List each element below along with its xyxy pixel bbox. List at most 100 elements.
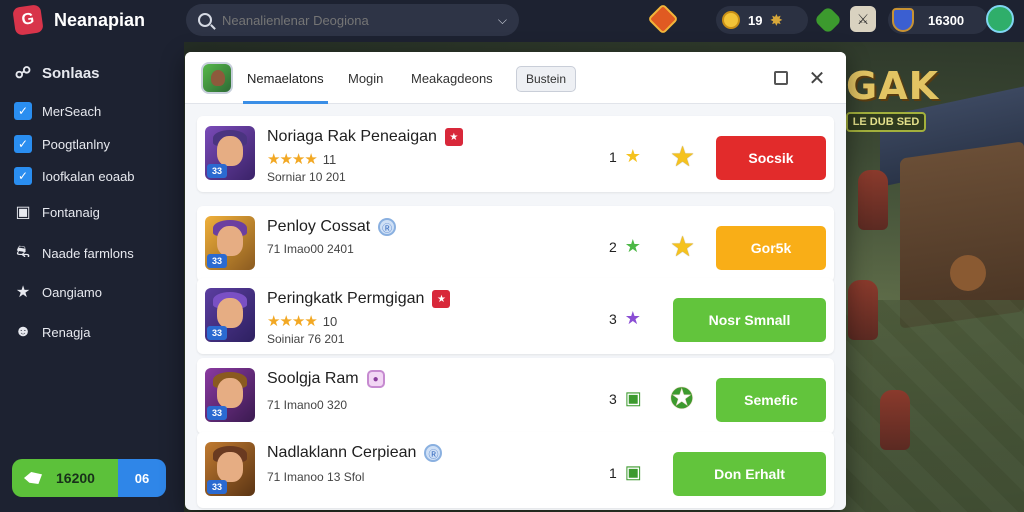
search-input[interactable] (222, 12, 488, 28)
sidebar-item-fontanaig[interactable]: ▣ Fontanaig (14, 203, 100, 221)
player-name: Noriaga Rak Peneaigan (267, 128, 437, 145)
user-icon: ☍ (14, 65, 32, 82)
gem-icon[interactable] (647, 3, 679, 35)
coin-counter[interactable]: 19 ✸ (716, 6, 808, 34)
balance-value: 16300 (928, 12, 965, 28)
wallet-button[interactable]: 16200 06 (12, 459, 166, 497)
sidebar-item-oangiamo[interactable]: ★ Oangiamo (14, 283, 102, 301)
sidebar-item-label: Ioofkalan eoaab (42, 168, 135, 184)
tab-nemaelatons[interactable]: Nemaelatons (243, 52, 328, 104)
player-name: Nadlaklann Cerpiean (267, 444, 417, 461)
rank-indicator: 2 ★ (609, 236, 641, 257)
sidebar-item-naade-farmlons[interactable]: ⛐ Naade farmlons (14, 244, 134, 262)
player-name: Peringkatk Permgigan (267, 290, 425, 307)
row-action-button[interactable]: Socsik (716, 136, 826, 180)
leaderboard-row[interactable]: 33 Peringkatk Permgigan ★ ★★★★ 10 Soinia… (197, 278, 834, 354)
player-rating: ★★★★ 11 (267, 150, 336, 168)
player-name-line: Noriaga Rak Peneaigan ★ (267, 128, 463, 146)
player-subtext: 71 Imao00 2401 (267, 242, 354, 256)
search-icon (198, 13, 212, 27)
crossed-swords-icon[interactable]: ⚔ (850, 6, 876, 32)
check-icon: ✓ (14, 102, 32, 120)
star-icon: ✸ (770, 11, 783, 28)
compass-icon[interactable] (986, 5, 1014, 33)
app-name: Neanapian (54, 9, 146, 30)
row-action-button[interactable]: Don Erhalt (673, 452, 826, 496)
row-action-button[interactable]: Semefic (716, 378, 826, 422)
player-avatar: 33 (205, 288, 255, 342)
level-badge: 33 (207, 326, 227, 340)
level-badge: 33 (207, 254, 227, 268)
level-badge: 33 (207, 164, 227, 178)
balance-counter[interactable]: 16300 (888, 6, 988, 34)
game-logo: GAK (846, 64, 940, 108)
player-name-line: Peringkatk Permgigan ★ (267, 290, 451, 308)
leaderboard-row[interactable]: 33 Noriaga Rak Peneaigan ★ ★★★★ 11 Sorni… (197, 116, 834, 192)
row-action-button[interactable]: Nosr Smnall (673, 298, 826, 342)
camera-icon: ▣ (15, 204, 31, 221)
wallet-amount-section: 16200 (12, 459, 118, 497)
search-bar[interactable]: ⌵ (186, 4, 519, 36)
favorite-star-icon[interactable]: ★ (670, 230, 695, 263)
leaderboard-row[interactable]: 33 Nadlaklann Cerpiean Ⓡ 71 Imanoo 13 Sf… (197, 432, 834, 508)
check-icon: ✓ (14, 135, 32, 153)
level-badge: 33 (207, 480, 227, 494)
favorite-star-icon[interactable]: ★ (670, 140, 695, 173)
tab-meakagdeons[interactable]: Meakagdeons (411, 52, 493, 104)
leaderboard-row[interactable]: 33 Penloy Cossat Ⓡ 71 Imao00 2401 2 ★ ★ … (197, 206, 834, 282)
award-star-icon[interactable]: ✪ (670, 382, 693, 415)
sidebar-item-poogtlanlny[interactable]: ✓ Poogtlanlny (14, 135, 110, 153)
rank-number: 1 (609, 464, 617, 481)
car-icon: ⛐ (16, 244, 30, 261)
export-icon[interactable] (771, 68, 791, 88)
rank-number: 1 (609, 148, 617, 165)
character-figure (880, 390, 910, 450)
rank-number: 3 (609, 310, 617, 327)
player-subtext: 71 Imanoo 13 Sfol (267, 470, 365, 484)
coin-count: 19 (748, 12, 763, 28)
brand[interactable]: G Neanapian (12, 4, 146, 36)
sidebar-item-merseach[interactable]: ✓ MerSeach (14, 102, 101, 120)
chevron-down-icon[interactable]: ⌵ (498, 13, 507, 28)
player-subtext: Sorniar 10 201 (267, 170, 346, 184)
coin-icon (722, 11, 740, 29)
verified-badge-icon: Ⓡ (424, 444, 443, 462)
star-icon: ★ (15, 284, 31, 301)
row-action-button[interactable]: Gor5k (716, 226, 826, 270)
emerald-icon[interactable] (813, 5, 843, 35)
avatar (201, 62, 233, 94)
player-avatar: 33 (205, 126, 255, 180)
rating-value: 10 (322, 313, 338, 329)
rank-number: 2 (609, 238, 617, 255)
verified-badge-icon: Ⓡ (378, 218, 397, 236)
sidebar-item-sonlaas[interactable]: ☍ Sonlaas (14, 64, 100, 83)
player-name-line: Penloy Cossat Ⓡ (267, 218, 397, 236)
sidebar-item-label: Fontanaig (42, 204, 100, 220)
sidebar-item-renagja[interactable]: ☻ Renagja (14, 323, 91, 341)
sidebar-item-label: Renagja (42, 324, 91, 340)
rank-indicator: 1 ▣ (609, 462, 642, 483)
sidebar-item-ioofkalan[interactable]: ✓ Ioofkalan eoaab (14, 167, 135, 185)
rank-star-icon: ★ (624, 236, 641, 256)
tab-mogin[interactable]: Mogin (348, 52, 383, 104)
top-bar: G Neanapian ⌵ 19 ✸ ⚔ 16300 (0, 0, 1024, 42)
app-logo-icon: G (12, 4, 44, 36)
rank-indicator: 3 ▣ (609, 388, 642, 409)
gem-icon (24, 472, 42, 484)
sidebar: ☍ Sonlaas ✓ MerSeach ✓ Poogtlanlny ✓ Ioo… (0, 42, 184, 512)
rank-number: 3 (609, 390, 617, 407)
character-figure (848, 280, 878, 340)
player-name: Penloy Cossat (267, 218, 371, 235)
sidebar-item-label: Sonlaas (42, 64, 100, 82)
leaderboard-row[interactable]: 33 Soolgja Ram ● 71 Imano0 320 3 ▣ ✪ Sem… (197, 358, 834, 434)
rank-badge-icon: ▣ (624, 462, 642, 482)
rating-stars-icon: ★★★★ (267, 313, 318, 330)
rank-star-icon: ★ (624, 146, 641, 166)
rank-badge-icon: ▣ (624, 388, 642, 408)
close-icon[interactable]: ✕ (807, 68, 827, 90)
bustein-button[interactable]: Bustein (516, 66, 576, 92)
check-icon: ✓ (14, 167, 32, 185)
character-figure (858, 170, 888, 230)
player-avatar: 33 (205, 442, 255, 496)
player-rating: ★★★★ 10 (267, 312, 337, 330)
